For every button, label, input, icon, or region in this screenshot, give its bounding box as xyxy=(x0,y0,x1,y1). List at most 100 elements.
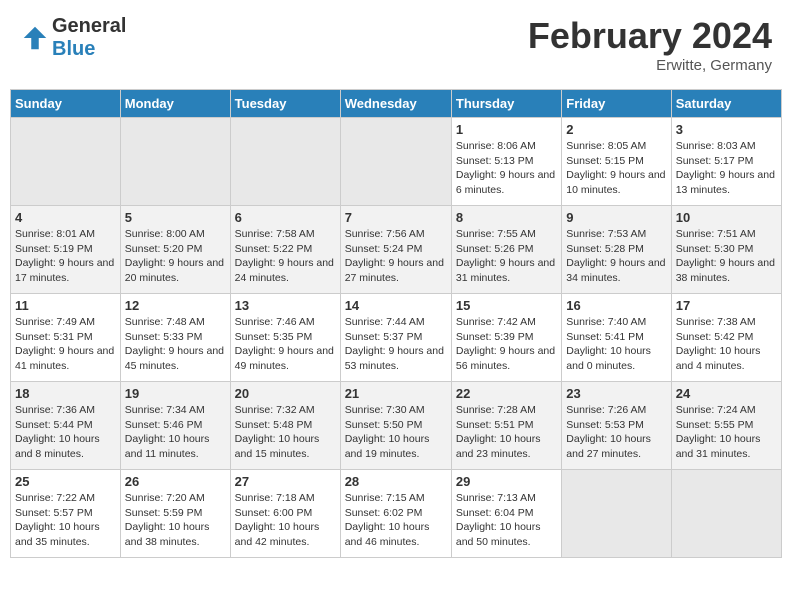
calendar-cell xyxy=(340,118,451,206)
day-info: Sunrise: 7:26 AM Sunset: 5:53 PM Dayligh… xyxy=(566,403,666,462)
day-number: 12 xyxy=(125,298,226,313)
weekday-header-friday: Friday xyxy=(562,90,671,118)
day-info: Sunrise: 8:05 AM Sunset: 5:15 PM Dayligh… xyxy=(566,139,666,198)
calendar-cell: 18 Sunrise: 7:36 AM Sunset: 5:44 PM Dayli… xyxy=(11,382,121,470)
day-number: 8 xyxy=(456,210,557,225)
day-number: 2 xyxy=(566,122,666,137)
calendar-cell: 28 Sunrise: 7:15 AM Sunset: 6:02 PM Dayli… xyxy=(340,470,451,558)
weekday-header-wednesday: Wednesday xyxy=(340,90,451,118)
day-info: Sunrise: 7:18 AM Sunset: 6:00 PM Dayligh… xyxy=(235,491,336,550)
calendar-cell: 17Sunrise: 7:38 AM Sunset: 5:42 PM Dayli… xyxy=(671,294,781,382)
day-number: 27 xyxy=(235,474,336,489)
weekday-header-saturday: Saturday xyxy=(671,90,781,118)
day-number: 7 xyxy=(345,210,447,225)
day-number: 25 xyxy=(15,474,116,489)
day-info: Sunrise: 7:44 AM Sunset: 5:37 PM Dayligh… xyxy=(345,315,447,374)
calendar-cell: 19 Sunrise: 7:34 AM Sunset: 5:46 PM Dayli… xyxy=(120,382,230,470)
calendar-cell: 12 Sunrise: 7:48 AM Sunset: 5:33 PM Dayli… xyxy=(120,294,230,382)
day-number: 1 xyxy=(456,122,557,137)
calendar-cell: 9 Sunrise: 7:53 AM Sunset: 5:28 PM Daylig… xyxy=(562,206,671,294)
weekday-header-row: SundayMondayTuesdayWednesdayThursdayFrid… xyxy=(11,90,782,118)
calendar-cell: 16Sunrise: 7:40 AM Sunset: 5:41 PM Dayli… xyxy=(562,294,671,382)
calendar-week-3: 11Sunrise: 7:49 AM Sunset: 5:31 PM Dayli… xyxy=(11,294,782,382)
day-info: Sunrise: 8:00 AM Sunset: 5:20 PM Dayligh… xyxy=(125,227,226,286)
day-info: Sunrise: 7:20 AM Sunset: 5:59 PM Dayligh… xyxy=(125,491,226,550)
day-number: 19 xyxy=(125,386,226,401)
day-info: Sunrise: 7:38 AM Sunset: 5:42 PM Dayligh… xyxy=(676,315,777,374)
day-info: Sunrise: 7:48 AM Sunset: 5:33 PM Dayligh… xyxy=(125,315,226,374)
day-number: 3 xyxy=(676,122,777,137)
calendar-cell: 26 Sunrise: 7:20 AM Sunset: 5:59 PM Dayli… xyxy=(120,470,230,558)
day-number: 20 xyxy=(235,386,336,401)
day-number: 14 xyxy=(345,298,447,313)
title-area: February 2024 Erwitte, Germany xyxy=(528,15,772,74)
calendar-cell: 14 Sunrise: 7:44 AM Sunset: 5:37 PM Dayli… xyxy=(340,294,451,382)
weekday-header-monday: Monday xyxy=(120,90,230,118)
day-number: 24 xyxy=(676,386,777,401)
day-info: Sunrise: 7:49 AM Sunset: 5:31 PM Dayligh… xyxy=(15,315,116,374)
calendar-cell: 1 Sunrise: 8:06 AM Sunset: 5:13 PM Daylig… xyxy=(451,118,561,206)
calendar-cell: 7 Sunrise: 7:56 AM Sunset: 5:24 PM Daylig… xyxy=(340,206,451,294)
calendar-cell: 20 Sunrise: 7:32 AM Sunset: 5:48 PM Dayli… xyxy=(230,382,340,470)
calendar-week-4: 18 Sunrise: 7:36 AM Sunset: 5:44 PM Dayli… xyxy=(11,382,782,470)
day-info: Sunrise: 7:28 AM Sunset: 5:51 PM Dayligh… xyxy=(456,403,557,462)
page-header: General Blue February 2024 Erwitte, Germ… xyxy=(10,10,782,79)
calendar-week-2: 4Sunrise: 8:01 AM Sunset: 5:19 PM Daylig… xyxy=(11,206,782,294)
day-number: 22 xyxy=(456,386,557,401)
calendar-cell: 15Sunrise: 7:42 AM Sunset: 5:39 PM Dayli… xyxy=(451,294,561,382)
day-info: Sunrise: 8:01 AM Sunset: 5:19 PM Dayligh… xyxy=(15,227,116,286)
day-number: 6 xyxy=(235,210,336,225)
day-number: 9 xyxy=(566,210,666,225)
day-number: 26 xyxy=(125,474,226,489)
calendar-cell: 24 Sunrise: 7:24 AM Sunset: 5:55 PM Dayli… xyxy=(671,382,781,470)
location: Erwitte, Germany xyxy=(528,57,772,74)
calendar-cell: 11Sunrise: 7:49 AM Sunset: 5:31 PM Dayli… xyxy=(11,294,121,382)
calendar-cell: 25 Sunrise: 7:22 AM Sunset: 5:57 PM Dayli… xyxy=(11,470,121,558)
day-number: 29 xyxy=(456,474,557,489)
calendar-cell xyxy=(120,118,230,206)
logo: General Blue xyxy=(20,15,126,61)
day-info: Sunrise: 7:56 AM Sunset: 5:24 PM Dayligh… xyxy=(345,227,447,286)
day-info: Sunrise: 7:13 AM Sunset: 6:04 PM Dayligh… xyxy=(456,491,557,550)
weekday-header-tuesday: Tuesday xyxy=(230,90,340,118)
day-number: 5 xyxy=(125,210,226,225)
calendar-cell: 8Sunrise: 7:55 AM Sunset: 5:26 PM Daylig… xyxy=(451,206,561,294)
day-info: Sunrise: 7:40 AM Sunset: 5:41 PM Dayligh… xyxy=(566,315,666,374)
day-info: Sunrise: 7:42 AM Sunset: 5:39 PM Dayligh… xyxy=(456,315,557,374)
calendar-cell: 21Sunrise: 7:30 AM Sunset: 5:50 PM Dayli… xyxy=(340,382,451,470)
calendar-cell xyxy=(562,470,671,558)
weekday-header-thursday: Thursday xyxy=(451,90,561,118)
day-info: Sunrise: 7:15 AM Sunset: 6:02 PM Dayligh… xyxy=(345,491,447,550)
day-number: 13 xyxy=(235,298,336,313)
day-info: Sunrise: 7:22 AM Sunset: 5:57 PM Dayligh… xyxy=(15,491,116,550)
calendar-cell: 29 Sunrise: 7:13 AM Sunset: 6:04 PM Dayli… xyxy=(451,470,561,558)
day-info: Sunrise: 7:53 AM Sunset: 5:28 PM Dayligh… xyxy=(566,227,666,286)
calendar-cell: 10Sunrise: 7:51 AM Sunset: 5:30 PM Dayli… xyxy=(671,206,781,294)
day-info: Sunrise: 7:58 AM Sunset: 5:22 PM Dayligh… xyxy=(235,227,336,286)
logo-text: General Blue xyxy=(52,15,126,61)
day-number: 28 xyxy=(345,474,447,489)
calendar-cell: 3Sunrise: 8:03 AM Sunset: 5:17 PM Daylig… xyxy=(671,118,781,206)
calendar-week-5: 25 Sunrise: 7:22 AM Sunset: 5:57 PM Dayli… xyxy=(11,470,782,558)
day-info: Sunrise: 7:34 AM Sunset: 5:46 PM Dayligh… xyxy=(125,403,226,462)
calendar-cell: 2 Sunrise: 8:05 AM Sunset: 5:15 PM Daylig… xyxy=(562,118,671,206)
day-info: Sunrise: 7:32 AM Sunset: 5:48 PM Dayligh… xyxy=(235,403,336,462)
day-number: 10 xyxy=(676,210,777,225)
calendar-cell: 23 Sunrise: 7:26 AM Sunset: 5:53 PM Dayli… xyxy=(562,382,671,470)
day-info: Sunrise: 7:36 AM Sunset: 5:44 PM Dayligh… xyxy=(15,403,116,462)
day-number: 21 xyxy=(345,386,447,401)
calendar-cell xyxy=(671,470,781,558)
day-number: 18 xyxy=(15,386,116,401)
calendar-cell xyxy=(11,118,121,206)
calendar-cell xyxy=(230,118,340,206)
day-info: Sunrise: 7:24 AM Sunset: 5:55 PM Dayligh… xyxy=(676,403,777,462)
calendar-cell: 5 Sunrise: 8:00 AM Sunset: 5:20 PM Daylig… xyxy=(120,206,230,294)
calendar-table: SundayMondayTuesdayWednesdayThursdayFrid… xyxy=(10,89,782,558)
day-info: Sunrise: 7:46 AM Sunset: 5:35 PM Dayligh… xyxy=(235,315,336,374)
calendar-cell: 27 Sunrise: 7:18 AM Sunset: 6:00 PM Dayli… xyxy=(230,470,340,558)
day-info: Sunrise: 8:06 AM Sunset: 5:13 PM Dayligh… xyxy=(456,139,557,198)
calendar-cell: 13 Sunrise: 7:46 AM Sunset: 5:35 PM Dayli… xyxy=(230,294,340,382)
day-number: 23 xyxy=(566,386,666,401)
calendar-cell: 22 Sunrise: 7:28 AM Sunset: 5:51 PM Dayli… xyxy=(451,382,561,470)
calendar-cell: 6 Sunrise: 7:58 AM Sunset: 5:22 PM Daylig… xyxy=(230,206,340,294)
